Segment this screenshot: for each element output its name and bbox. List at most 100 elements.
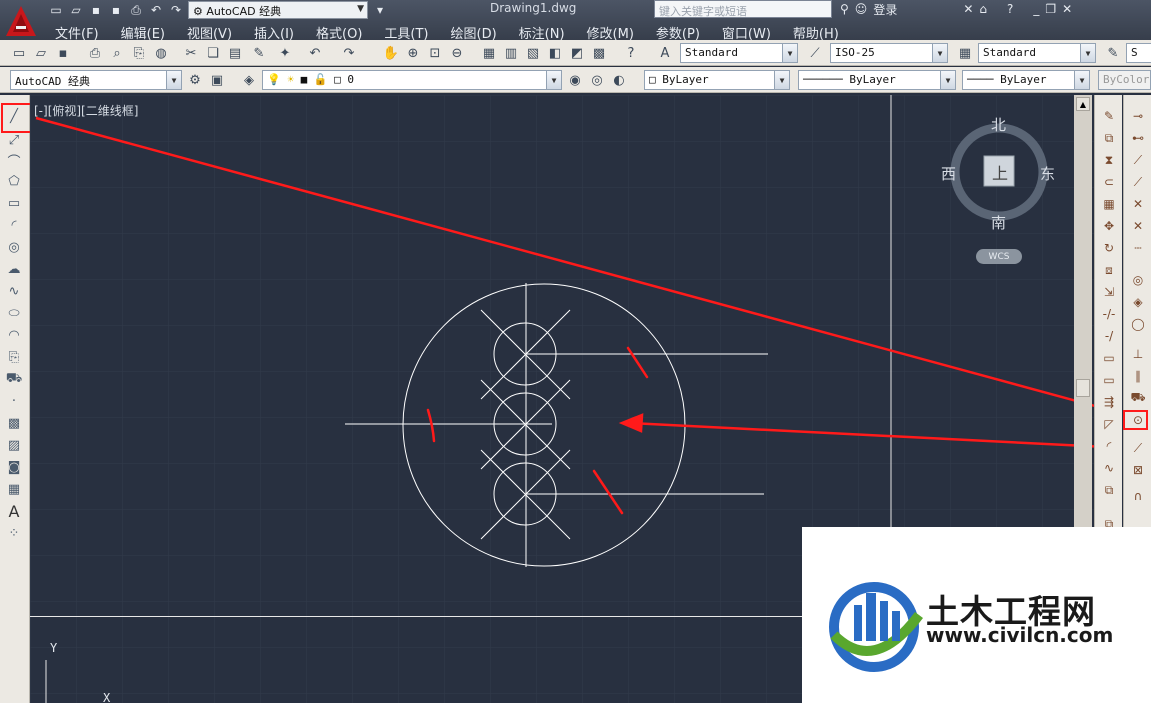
print-icon[interactable]: ⎙ — [86, 44, 104, 62]
save-icon[interactable]: ▪ — [54, 44, 72, 62]
menu-help[interactable]: 帮助(H) — [782, 23, 850, 42]
open-icon[interactable]: ▱ — [32, 44, 50, 62]
markup-icon[interactable]: ◩ — [568, 44, 586, 62]
login-link[interactable]: 登录 — [873, 1, 897, 18]
redo-icon[interactable]: ↷ — [168, 2, 184, 18]
snap-midpoint-icon[interactable]: ⟋ — [1128, 173, 1148, 191]
region-icon[interactable]: ◙ — [4, 458, 24, 476]
save-icon[interactable]: ▪ — [88, 2, 104, 18]
toolpalettes-icon[interactable]: ▧ — [524, 44, 542, 62]
snap-nearest-icon[interactable]: ⟋ — [1128, 439, 1148, 457]
close-icon[interactable]: ✕ — [1062, 2, 1072, 16]
application-menu-button[interactable] — [0, 0, 42, 42]
copy-icon[interactable]: ❏ — [204, 44, 222, 62]
make-current-layer-icon[interactable]: ◉ — [566, 71, 584, 89]
erase-icon[interactable]: ✎ — [1099, 107, 1119, 125]
snap-none-icon[interactable]: ⊠ — [1128, 461, 1148, 479]
bell-icon[interactable]: ⌂ — [979, 2, 987, 16]
snap-quadrant-icon[interactable]: ◈ — [1128, 293, 1148, 311]
menu-tools[interactable]: 工具(T) — [373, 23, 439, 42]
scale-icon[interactable]: ⧈ — [1099, 261, 1119, 279]
menu-insert[interactable]: 插入(I) — [243, 23, 305, 42]
table-icon[interactable]: ▦ — [4, 480, 24, 498]
break-icon[interactable]: ▭ — [1099, 371, 1119, 389]
array-icon[interactable]: ▦ — [1099, 195, 1119, 213]
user-icon[interactable]: ☺ — [855, 2, 868, 16]
customize-icon[interactable]: ▣ — [208, 71, 226, 89]
properties-icon[interactable]: ▦ — [480, 44, 498, 62]
print-icon[interactable]: ⎙ — [128, 2, 144, 18]
ellipse-arc-icon[interactable]: ◠ — [4, 326, 24, 344]
search-input[interactable]: 键入关键字或短语 — [654, 0, 832, 18]
zoom-previous-icon[interactable]: ⊖ — [448, 44, 466, 62]
trim-icon[interactable]: -/- — [1099, 305, 1119, 323]
snap-intersection-icon[interactable]: ✕ — [1128, 195, 1148, 213]
layer-manager-icon[interactable]: ◈ — [240, 71, 258, 89]
offset-icon[interactable]: ⊂ — [1099, 173, 1119, 191]
gear-icon[interactable]: ⚙ — [186, 71, 204, 89]
ellipse-icon[interactable]: ⬭ — [4, 304, 24, 322]
viewcube-top-face[interactable]: 上 — [992, 160, 1008, 184]
workspace-combo[interactable]: AutoCAD 经典 ▼ — [10, 70, 182, 90]
extend-icon[interactable]: -/ — [1099, 327, 1119, 345]
mirror-icon[interactable]: ⧗ — [1099, 151, 1119, 169]
cut-icon[interactable]: ✂ — [182, 44, 200, 62]
menu-format[interactable]: 格式(O) — [305, 23, 373, 42]
qat-dropdown-icon[interactable]: ▾ — [372, 2, 388, 18]
mtext-icon[interactable]: A — [4, 502, 24, 521]
snap-parallel-icon[interactable]: ∥ — [1128, 367, 1148, 385]
layer-select[interactable]: 💡 ☀ ■ 🔓 □ 0 ▼ — [262, 70, 562, 90]
gradient-icon[interactable]: ▨ — [4, 436, 24, 454]
menu-draw[interactable]: 绘图(D) — [440, 23, 508, 42]
designcenter-icon[interactable]: ▥ — [502, 44, 520, 62]
3dprint-icon[interactable]: ◍ — [152, 44, 170, 62]
pan-icon[interactable]: ✋ — [382, 44, 400, 62]
undo-icon[interactable]: ↶ — [148, 2, 164, 18]
snap-from-icon[interactable]: ⊷ — [1128, 129, 1148, 147]
construction-line-icon[interactable]: ⤢ — [4, 131, 24, 149]
viewport-controls[interactable]: [-][俯视][二维线框] — [34, 102, 138, 119]
temp-track-icon[interactable]: ⊸ — [1128, 107, 1148, 125]
explode-icon[interactable]: ⧉ — [1099, 481, 1119, 499]
help-icon[interactable]: ? — [622, 44, 640, 62]
rectangle-icon[interactable]: ▭ — [4, 194, 24, 212]
polygon-icon[interactable]: ⬠ — [4, 172, 24, 190]
help-icon[interactable]: ? — [1007, 2, 1013, 16]
osnap-settings-icon[interactable]: ∩ — [1128, 487, 1148, 505]
lineweight-select[interactable]: ──── ByLayer ▼ — [962, 70, 1090, 90]
snap-extension-icon[interactable]: ┄ — [1128, 239, 1148, 257]
snap-endpoint-icon[interactable]: ⟋ — [1128, 151, 1148, 169]
redo-icon[interactable]: ↷ — [340, 44, 358, 62]
undo-icon[interactable]: ↶ — [306, 44, 324, 62]
break-point-icon[interactable]: ▭ — [1099, 349, 1119, 367]
restore-icon[interactable]: ❐ — [1045, 2, 1056, 16]
move-icon[interactable]: ✥ — [1099, 217, 1119, 235]
layer-state-icon[interactable]: ◐ — [610, 71, 628, 89]
zoom-window-icon[interactable]: ⊡ — [426, 44, 444, 62]
text-style-select[interactable]: Standard ▼ — [680, 43, 798, 63]
blend-icon[interactable]: ∿ — [1099, 459, 1119, 477]
paste-icon[interactable]: ▤ — [226, 44, 244, 62]
multileader-style-select[interactable]: S — [1126, 43, 1151, 63]
zoom-realtime-icon[interactable]: ⊕ — [404, 44, 422, 62]
open-icon[interactable]: ▱ — [68, 2, 84, 18]
snap-tangent-icon[interactable]: ◯ — [1128, 315, 1148, 333]
menu-file[interactable]: 文件(F) — [44, 23, 110, 42]
wcs-menu[interactable]: WCS — [976, 249, 1022, 264]
new-icon[interactable]: ▭ — [10, 44, 28, 62]
workspace-select[interactable]: ⚙ AutoCAD 经典 ▼ — [188, 1, 368, 19]
preview-icon[interactable]: ⌕ — [108, 44, 126, 62]
scroll-up-icon[interactable]: ▲ — [1076, 97, 1090, 111]
compass-west[interactable]: 西 — [941, 163, 956, 184]
viewcube[interactable]: 北 南 西 东 上 — [940, 112, 1060, 232]
compass-south[interactable]: 南 — [991, 212, 1006, 233]
revcloud-icon[interactable]: ☁ — [4, 260, 24, 278]
linetype-select[interactable]: ────── ByLayer ▼ — [798, 70, 956, 90]
compass-east[interactable]: 东 — [1040, 163, 1055, 184]
menu-modify[interactable]: 修改(M) — [576, 23, 645, 42]
table-style-select[interactable]: Standard ▼ — [978, 43, 1096, 63]
rotate-icon[interactable]: ↻ — [1099, 239, 1119, 257]
insert-block-icon[interactable]: ⎘ — [4, 348, 24, 366]
color-select[interactable]: □ ByLayer ▼ — [644, 70, 790, 90]
snap-insert-icon[interactable]: ⛟ — [1128, 389, 1148, 407]
